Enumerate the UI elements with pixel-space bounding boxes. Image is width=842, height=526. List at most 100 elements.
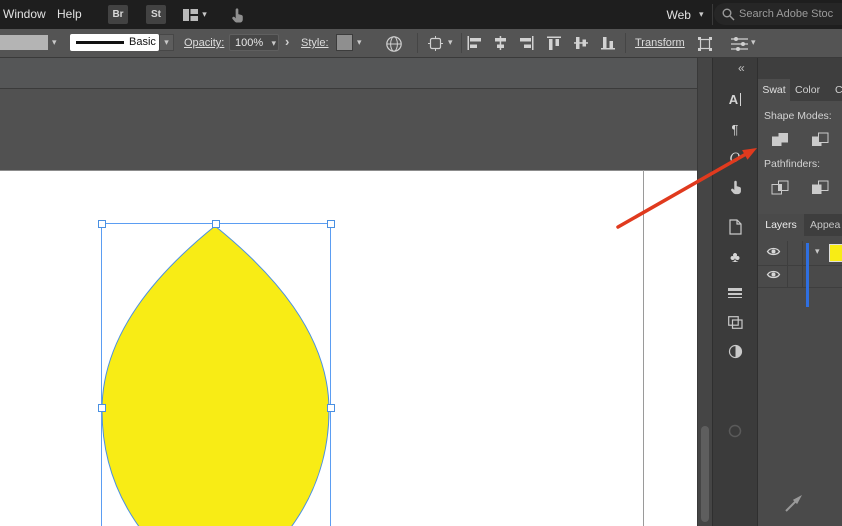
opacity-field[interactable]: 100% ▾ [229, 34, 279, 51]
workspace-select[interactable]: Web ▾ [662, 6, 708, 23]
character-panel-icon: A [728, 91, 739, 107]
unite-button[interactable] [766, 128, 794, 150]
hand-icon [730, 180, 741, 195]
stock-button[interactable]: St [146, 5, 166, 24]
globe-icon [386, 35, 402, 52]
align-vcenter-button[interactable] [573, 35, 590, 51]
layers-panel-body: ▾ [758, 236, 842, 526]
artboards-icon [727, 315, 743, 329]
controlbar-separator [461, 33, 462, 53]
text-cursor-icon [740, 92, 742, 106]
panel-icon-strip: « A ¶ O ♣ [712, 58, 757, 526]
horizontal-align-center-icon [495, 36, 506, 50]
stock-search-field[interactable]: Search Adobe Stoc [714, 3, 842, 25]
chevron-down-icon: ▾ [698, 9, 704, 19]
touch-type-panel-button[interactable] [724, 176, 746, 198]
free-transform-button[interactable] [696, 35, 714, 52]
layer-visibility-toggle[interactable] [763, 267, 783, 282]
selection-handle-mid-left[interactable] [98, 404, 106, 412]
artboard-panel-button[interactable] [724, 216, 746, 238]
canvas-area[interactable] [0, 58, 697, 526]
paragraph-panel-button[interactable]: ¶ [724, 118, 746, 140]
align-left-button[interactable] [466, 35, 483, 51]
symbols-panel-button[interactable]: ♣ [724, 246, 746, 268]
selection-handle-top-center[interactable] [212, 220, 220, 228]
character-panel-button[interactable]: A [724, 88, 746, 110]
align-center-button[interactable] [492, 35, 509, 51]
chevron-down-icon: ▾ [202, 9, 207, 19]
controlbar-separator [417, 33, 418, 53]
layer-visibility-toggle[interactable] [763, 244, 783, 259]
fill-swatch[interactable] [0, 35, 48, 50]
vertical-scrollbar[interactable] [697, 58, 712, 526]
symbols-panel-icon: ♣ [730, 248, 740, 266]
vertical-align-center-icon [574, 37, 588, 49]
scrollbar-thumb[interactable] [701, 426, 709, 522]
tab-truncated[interactable]: C [835, 84, 842, 96]
selected-shape[interactable] [101, 225, 330, 526]
tab-layers[interactable]: Layers [758, 214, 804, 236]
chevron-down-icon[interactable]: ▾ [751, 38, 756, 47]
menu-window[interactable]: Window [3, 7, 46, 21]
trim-icon [811, 180, 828, 194]
collapse-panels-button[interactable]: « [738, 61, 745, 75]
align-bottom-button[interactable] [600, 35, 617, 51]
opentype-panel-button[interactable]: O [724, 147, 746, 169]
chevron-down-icon[interactable]: ▾ [448, 38, 453, 47]
stroke-lines-icon [728, 288, 742, 298]
horizontal-align-left-icon [467, 36, 481, 50]
share-button[interactable] [227, 5, 247, 24]
controlbar-separator [625, 33, 626, 53]
selection-bbox-left [101, 223, 102, 526]
selection-bbox-right [330, 223, 331, 526]
minus-front-button[interactable] [806, 128, 834, 150]
layer-thumbnail[interactable] [829, 244, 842, 262]
layers-column-divider [787, 241, 788, 287]
workspace-switcher-icon [183, 8, 199, 21]
workspace-switcher-button[interactable]: ▾ [178, 6, 212, 23]
transparency-panel-button[interactable] [724, 340, 746, 362]
selection-handle-top-right[interactable] [327, 220, 335, 228]
divide-button[interactable] [766, 176, 794, 198]
pathfinders-label: Pathfinders: [764, 158, 821, 170]
style-link[interactable]: Style: [301, 37, 329, 49]
illustrator-window: Window Help Br St ▾ Web ▾ Search Adobe S… [0, 0, 842, 526]
bridge-button[interactable]: Br [108, 5, 128, 24]
opacity-link[interactable]: Opacity: [184, 37, 224, 49]
align-right-button[interactable] [518, 35, 535, 51]
selection-handle-top-left[interactable] [98, 220, 106, 228]
transform-link[interactable]: Transform [635, 37, 685, 49]
menu-help[interactable]: Help [57, 7, 82, 21]
tab-color[interactable]: Color [795, 84, 820, 96]
opentype-panel-icon: O [729, 150, 741, 166]
divide-icon [771, 180, 788, 194]
tab-swatches[interactable]: Swat [758, 79, 790, 101]
brush-dropdown-button[interactable]: ▾ [159, 34, 174, 51]
sphere-icon [728, 424, 742, 438]
sliders-icon [731, 36, 748, 51]
artboard-options-button[interactable] [427, 35, 444, 52]
panel-options-button[interactable] [730, 36, 749, 51]
trim-button[interactable] [806, 176, 834, 198]
shape-modes-label: Shape Modes: [764, 110, 832, 122]
chevron-down-icon[interactable]: ▾ [52, 38, 57, 47]
artboards-panel-button[interactable] [724, 311, 746, 333]
opacity-presets-arrow[interactable]: › [285, 34, 289, 49]
align-top-button[interactable] [546, 35, 563, 51]
stroke-preview [76, 41, 124, 44]
menubar-separator [712, 4, 713, 25]
chevron-down-icon[interactable]: ▾ [271, 39, 276, 48]
tab-appearance[interactable]: Appea [810, 219, 840, 231]
search-placeholder: Search Adobe Stoc [739, 8, 834, 20]
style-swatch[interactable] [336, 34, 353, 51]
minus-front-icon [811, 132, 828, 146]
horizontal-align-right-icon [520, 36, 534, 50]
selection-handle-mid-right[interactable] [327, 404, 335, 412]
layer-expand-chevron[interactable]: ▾ [815, 247, 820, 256]
recolor-artwork-button[interactable] [384, 34, 404, 53]
stroke-panel-button[interactable] [724, 282, 746, 304]
hidden-panel-button[interactable] [724, 420, 746, 442]
chevron-down-icon[interactable]: ▾ [357, 38, 362, 47]
brush-definition-dropdown[interactable]: Basic [70, 34, 159, 51]
document-icon [728, 219, 742, 235]
